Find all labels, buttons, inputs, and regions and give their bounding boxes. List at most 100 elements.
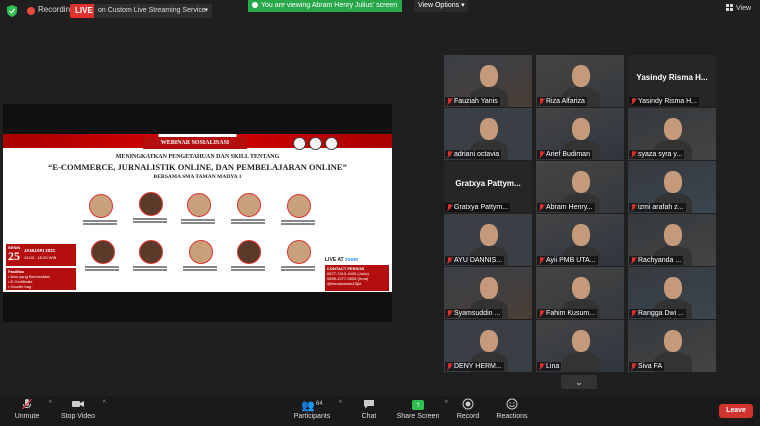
zoom-logo: zoom: [345, 257, 359, 263]
live-service-dropdown[interactable]: on Custom Live Streaming Service ▾: [94, 4, 212, 18]
participant-name: Lina: [537, 362, 562, 371]
logo-icon: [325, 137, 338, 150]
speaker-photo: [287, 240, 311, 264]
participant-tile[interactable]: Arief Budiman: [536, 108, 624, 160]
participant-tile[interactable]: syaza syra y...: [628, 108, 716, 160]
participant-tile[interactable]: adriani octavia: [444, 108, 532, 160]
participant-tile[interactable]: Fauziah Yanis: [444, 55, 532, 107]
speaker-photo: [139, 240, 163, 264]
reactions-button[interactable]: Reactions: [496, 398, 528, 420]
participant-body: [562, 352, 600, 372]
chevron-up-icon[interactable]: ^: [49, 400, 52, 407]
reactions-label: Reactions: [496, 413, 528, 420]
mic-muted-icon: [539, 98, 544, 105]
leave-button[interactable]: Leave: [719, 404, 753, 418]
share-screen-button[interactable]: ↑ Share Screen ^: [396, 398, 448, 420]
speaker-caption: [281, 220, 315, 228]
chevron-up-icon[interactable]: ^: [339, 400, 342, 407]
participant-face: [664, 118, 682, 140]
participant-tile[interactable]: Rangga Dwi ...: [628, 267, 716, 319]
unmute-label: Unmute: [14, 413, 40, 420]
live-service-label: on Custom Live Streaming Service: [98, 7, 206, 14]
stop-video-label: Stop Video: [60, 413, 96, 420]
participant-name: Fahim Kusum...: [537, 309, 598, 318]
status-dot-icon: [252, 2, 258, 8]
speaker-caption: [231, 266, 265, 274]
participant-tile[interactable]: Fahim Kusum...: [536, 267, 624, 319]
unmute-button[interactable]: Unmute ^: [10, 398, 52, 420]
mic-muted-icon: [539, 310, 544, 317]
poster-date: SENIN 25 JANUARI 2021 13.00 - 15.00 WIB: [6, 244, 76, 266]
participant-tile[interactable]: Ayii PMB UTA...: [536, 214, 624, 266]
chevron-up-icon[interactable]: ^: [445, 400, 448, 407]
mic-muted-icon: [539, 151, 544, 158]
top-bar: Recording LIVE on Custom Live Streaming …: [0, 0, 760, 22]
participant-name: Siva FA: [629, 362, 665, 371]
mic-muted-icon: [631, 363, 636, 370]
participant-name: Gratxya Pattym...: [445, 203, 511, 212]
chevron-up-icon[interactable]: ^: [103, 400, 106, 407]
participant-name: Ayii PMB UTA...: [537, 256, 598, 265]
participant-face: [572, 224, 590, 246]
participant-name: Abram Henry...: [537, 203, 595, 212]
participant-face: [480, 224, 498, 246]
participant-tile[interactable]: Gratxya Pattym... Gratxya Pattym...: [444, 161, 532, 213]
video-camera-icon: [72, 401, 84, 407]
mic-muted-icon: [447, 257, 452, 264]
poster-line-3: BERSAMA SMA TAMAN MADYA 1: [153, 174, 242, 180]
participant-tile[interactable]: AYU DANNIS...: [444, 214, 532, 266]
grid-icon: [726, 4, 733, 11]
participant-tile[interactable]: Siva FA: [628, 320, 716, 372]
poster-time: 13.00 - 15.00 WIB: [24, 255, 57, 260]
microphone-muted-icon: [22, 398, 32, 410]
speaker-photo: [187, 193, 211, 217]
participants-button[interactable]: 👥64 Participants ^: [290, 398, 342, 420]
contact-line: @himakomsta15jkt: [327, 281, 362, 286]
speaker-photo: [237, 193, 261, 217]
participant-name: Fauziah Yanis: [445, 97, 500, 106]
speaker-photo: [189, 240, 213, 264]
meeting-toolbar: Unmute ^ Stop Video ^ 👥64 Participants ^…: [0, 396, 760, 426]
participant-name: Riza Alfariza: [537, 97, 587, 106]
gallery-next-page-button[interactable]: ⌄: [561, 375, 597, 389]
view-layout-button[interactable]: View: [726, 4, 751, 12]
participant-tile[interactable]: Riza Alfariza: [536, 55, 624, 107]
chevron-down-icon: ⌄: [575, 377, 583, 387]
webinar-poster: WEBINAR SOSIALISASI MENINGKATKAN PENGETA…: [3, 134, 392, 292]
participant-name: Rachyanda ...: [629, 256, 684, 265]
mic-muted-icon: [447, 151, 452, 158]
logo-icon: [293, 137, 306, 150]
chat-label: Chat: [361, 413, 377, 420]
share-screen-label: Share Screen: [396, 413, 440, 420]
participant-face: [664, 171, 682, 193]
participant-tile[interactable]: Lina: [536, 320, 624, 372]
speaker-photo: [91, 240, 115, 264]
shield-icon[interactable]: [6, 5, 18, 17]
shared-screen[interactable]: WEBINAR SOSIALISASI MENINGKATKAN PENGETA…: [3, 104, 392, 322]
participant-tile[interactable]: Rachyanda ...: [628, 214, 716, 266]
participant-tile[interactable]: izmi arafah z...: [628, 161, 716, 213]
participants-label: Participants: [293, 413, 331, 420]
stop-video-button[interactable]: Stop Video ^: [58, 398, 106, 420]
participant-name: syaza syra y...: [629, 150, 685, 159]
speaker-caption: [133, 266, 167, 274]
speaker-caption: [281, 266, 315, 274]
poster-title: “E-COMMERCE, JURNALISTIK ONLINE, DAN PEM…: [48, 162, 347, 172]
speaker-caption: [133, 218, 167, 226]
participant-face: [480, 118, 498, 140]
participant-tile[interactable]: DENY HERM...: [444, 320, 532, 372]
participant-name: Syamsuddin ...: [445, 309, 503, 318]
chat-button[interactable]: Chat: [356, 398, 382, 420]
view-options-button[interactable]: View Options ▾: [414, 0, 468, 12]
participant-name: adriani octavia: [445, 150, 502, 159]
participant-tile[interactable]: Yasindy Risma H... Yasindy Risma H...: [628, 55, 716, 107]
participant-tile[interactable]: Abram Henry...: [536, 161, 624, 213]
share-screen-icon: ↑: [396, 398, 440, 410]
record-button[interactable]: Record: [454, 398, 482, 420]
speaker-photo: [139, 192, 163, 216]
speaker-caption: [181, 219, 215, 227]
participant-tile[interactable]: Syamsuddin ...: [444, 267, 532, 319]
speaker-photo: [287, 194, 311, 218]
participant-face: [572, 171, 590, 193]
participant-face: [480, 277, 498, 299]
